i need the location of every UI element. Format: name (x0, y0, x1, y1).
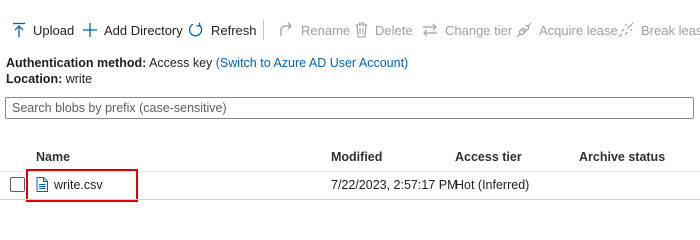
broken-link-icon (618, 22, 634, 38)
highlight-box (26, 169, 138, 202)
change-tier-button[interactable]: Change tier (422, 14, 512, 46)
location-label: Location: (6, 72, 63, 86)
column-header-archive-status[interactable]: Archive status (579, 150, 665, 164)
delete-label: Delete (375, 22, 413, 38)
modified-cell: 7/22/2023, 2:57:17 PM (331, 178, 458, 192)
search-input[interactable] (6, 98, 693, 118)
command-bar: Upload Add Directory Refresh Rename Dele… (0, 14, 700, 46)
column-header-name[interactable]: Name (36, 150, 70, 164)
link-icon (516, 22, 532, 38)
upload-button[interactable]: Upload (12, 14, 74, 46)
plus-icon (83, 23, 97, 37)
upload-icon (12, 22, 26, 38)
upload-label: Upload (33, 22, 75, 38)
acquire-lease-label: Acquire lease (539, 22, 618, 38)
auth-method-label: Authentication method: (6, 56, 147, 70)
rename-button[interactable]: Rename (278, 14, 350, 46)
add-directory-button[interactable]: Add Directory (83, 14, 183, 46)
switch-auth-link[interactable]: (Switch to Azure AD User Account) (216, 56, 408, 70)
search-box (5, 97, 694, 119)
add-directory-label: Add Directory (104, 22, 183, 38)
location-line: Location: write (6, 72, 92, 86)
toolbar-divider (263, 20, 264, 40)
access-tier-cell: Hot (Inferred) (455, 178, 530, 192)
acquire-lease-button[interactable]: Acquire lease (516, 14, 618, 46)
auth-method-value: Access key (149, 56, 213, 70)
refresh-button[interactable]: Refresh (188, 14, 257, 46)
break-lease-button[interactable]: Break lease (618, 14, 700, 46)
row-divider (0, 199, 700, 200)
delete-icon (355, 22, 368, 38)
rename-icon (278, 22, 294, 38)
change-tier-label: Change tier (445, 22, 513, 38)
column-header-modified[interactable]: Modified (331, 150, 382, 164)
row-checkbox[interactable] (10, 177, 25, 192)
column-header-access-tier[interactable]: Access tier (455, 150, 522, 164)
refresh-label: Refresh (211, 22, 257, 38)
rename-label: Rename (301, 22, 351, 38)
location-value: write (65, 72, 93, 86)
refresh-icon (188, 22, 204, 38)
delete-button[interactable]: Delete (355, 14, 413, 46)
break-lease-label: Break lease (641, 22, 700, 38)
swap-arrows-icon (422, 23, 438, 37)
auth-method-line: Authentication method: Access key (Switc… (6, 56, 408, 70)
